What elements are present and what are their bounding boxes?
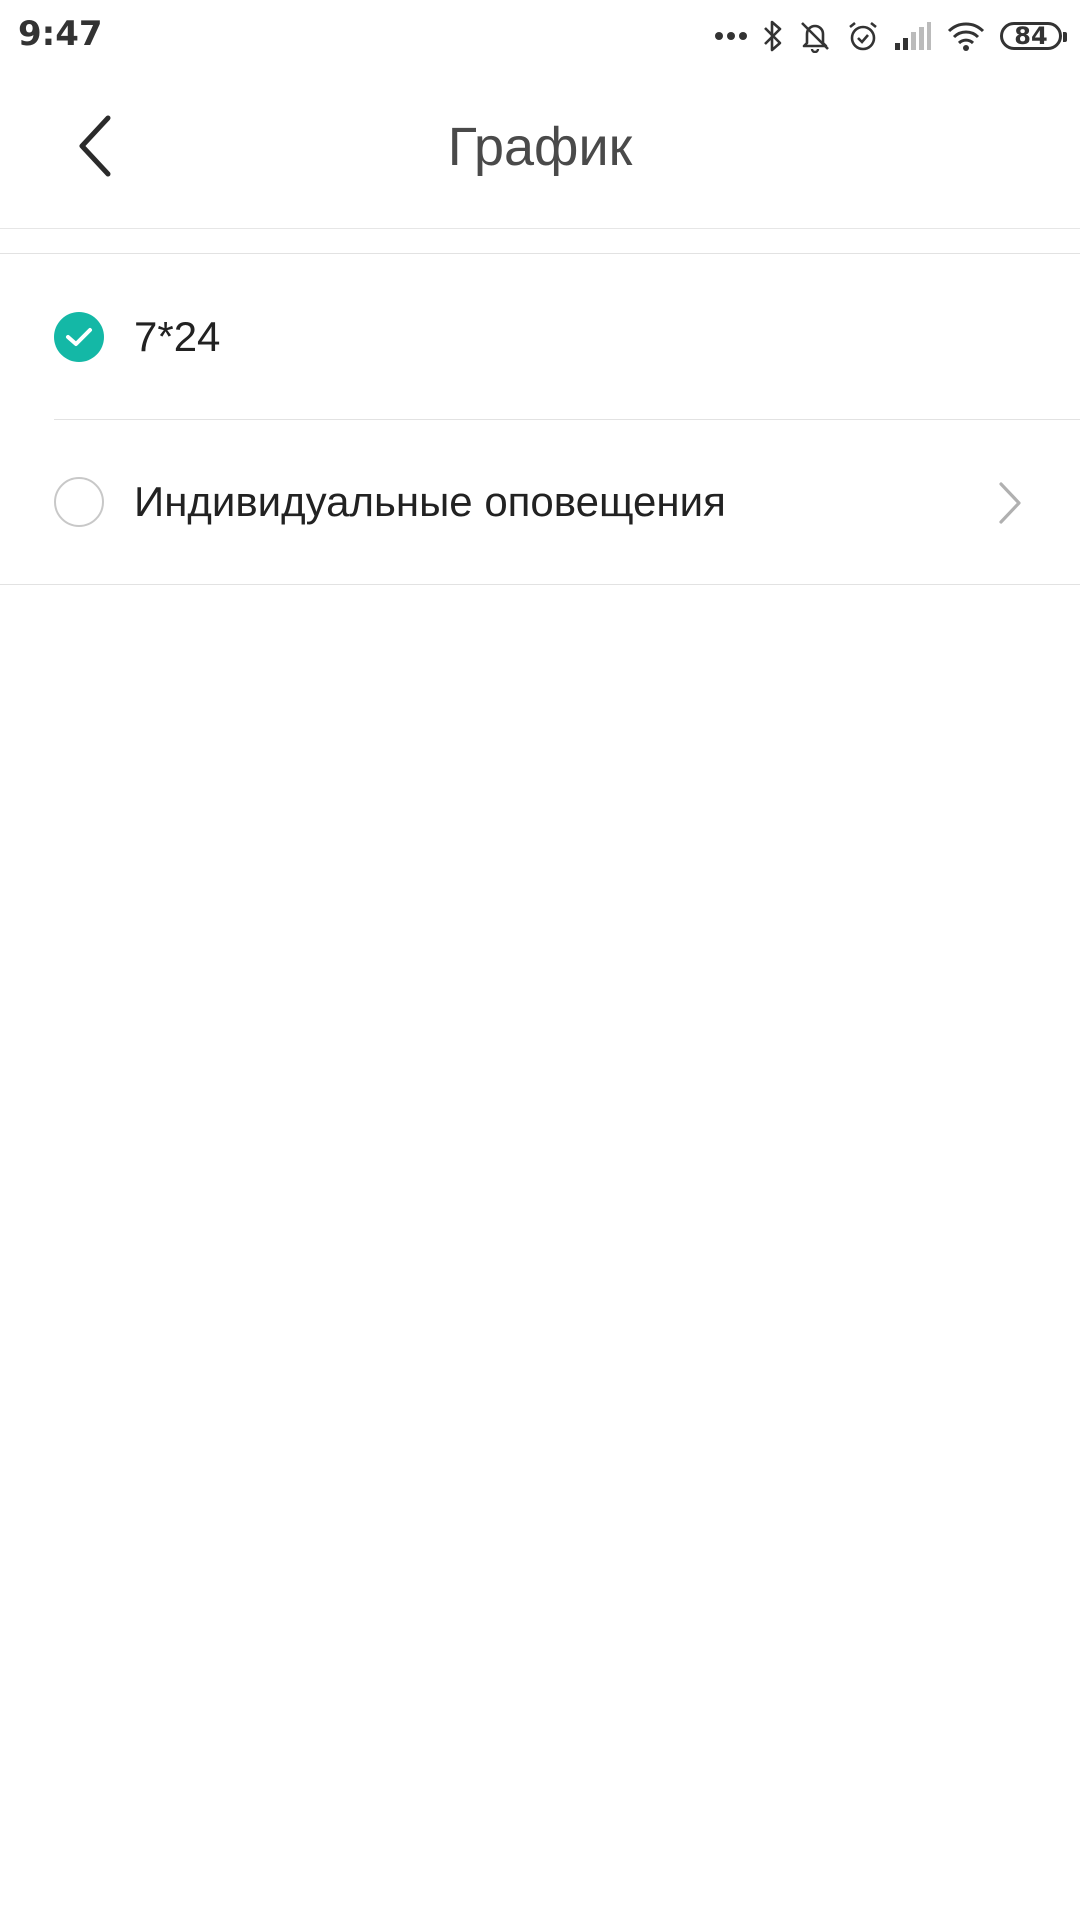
option-label: Индивидуальные оповещения bbox=[134, 478, 726, 525]
signal-icon bbox=[894, 21, 932, 51]
status-icons: 84 bbox=[714, 14, 1067, 58]
alarm-icon bbox=[846, 19, 880, 53]
chevron-right-icon bbox=[990, 481, 1030, 525]
bluetooth-icon bbox=[762, 19, 784, 53]
radio-checked-icon[interactable] bbox=[54, 312, 104, 362]
status-time: 9:47 bbox=[18, 14, 103, 54]
more-dots-icon bbox=[714, 30, 748, 42]
option-label: 7*24 bbox=[134, 313, 221, 360]
battery-level: 84 bbox=[1014, 22, 1048, 50]
silent-bell-icon bbox=[798, 19, 832, 53]
schedule-options-list: 7*24 Индивидуальные оповещения bbox=[0, 253, 1080, 585]
title-bar: График bbox=[0, 72, 1080, 229]
page-title: График bbox=[447, 117, 633, 177]
option-7x24[interactable]: 7*24 bbox=[0, 254, 1080, 419]
radio-unchecked-icon[interactable] bbox=[54, 477, 104, 527]
status-bar: 9:47 84 bbox=[0, 0, 1080, 72]
wifi-icon bbox=[946, 20, 986, 52]
battery-icon: 84 bbox=[1000, 22, 1067, 50]
screen: 9:47 84 График 7*24 Индивидуальные опове… bbox=[0, 0, 1080, 1920]
chevron-left-icon bbox=[76, 114, 116, 183]
option-individual-alerts[interactable]: Индивидуальные оповещения bbox=[0, 419, 1080, 584]
back-button[interactable] bbox=[56, 108, 136, 188]
